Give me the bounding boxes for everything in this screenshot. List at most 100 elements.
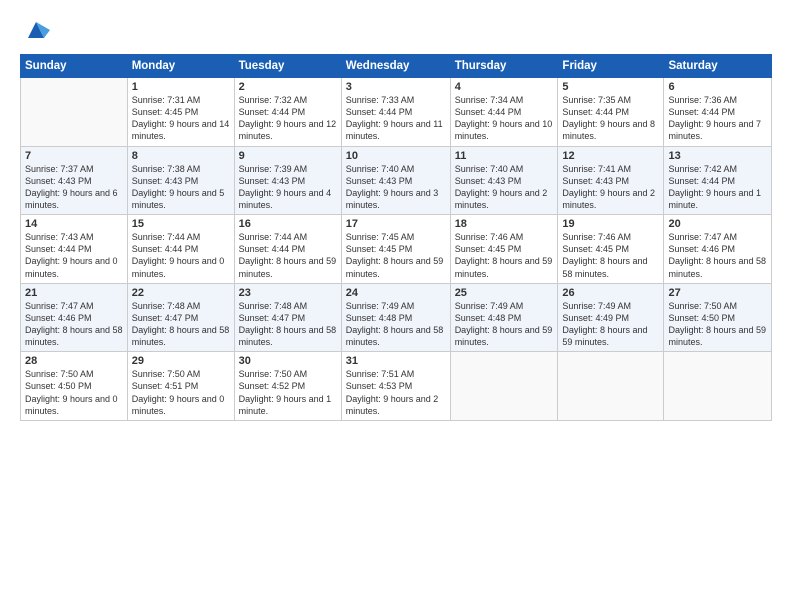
cell-info: Sunrise: 7:32 AMSunset: 4:44 PMDaylight:…	[239, 94, 337, 143]
cell-info: Sunrise: 7:49 AMSunset: 4:49 PMDaylight:…	[562, 300, 659, 349]
day-number: 17	[346, 218, 446, 230]
day-number: 1	[132, 81, 230, 93]
calendar-cell: 6Sunrise: 7:36 AMSunset: 4:44 PMDaylight…	[664, 78, 772, 147]
cell-info: Sunrise: 7:48 AMSunset: 4:47 PMDaylight:…	[132, 300, 230, 349]
day-number: 4	[455, 81, 554, 93]
cell-info: Sunrise: 7:50 AMSunset: 4:51 PMDaylight:…	[132, 368, 230, 417]
cell-info: Sunrise: 7:44 AMSunset: 4:44 PMDaylight:…	[239, 231, 337, 280]
cell-info: Sunrise: 7:31 AMSunset: 4:45 PMDaylight:…	[132, 94, 230, 143]
cell-info: Sunrise: 7:50 AMSunset: 4:52 PMDaylight:…	[239, 368, 337, 417]
calendar-cell: 8Sunrise: 7:38 AMSunset: 4:43 PMDaylight…	[127, 146, 234, 215]
calendar-header-wednesday: Wednesday	[341, 55, 450, 78]
calendar-header-sunday: Sunday	[21, 55, 128, 78]
day-number: 27	[668, 287, 767, 299]
cell-info: Sunrise: 7:34 AMSunset: 4:44 PMDaylight:…	[455, 94, 554, 143]
cell-info: Sunrise: 7:47 AMSunset: 4:46 PMDaylight:…	[668, 231, 767, 280]
day-number: 13	[668, 150, 767, 162]
cell-info: Sunrise: 7:48 AMSunset: 4:47 PMDaylight:…	[239, 300, 337, 349]
day-number: 16	[239, 218, 337, 230]
calendar-cell: 31Sunrise: 7:51 AMSunset: 4:53 PMDayligh…	[341, 352, 450, 421]
calendar-table: SundayMondayTuesdayWednesdayThursdayFrid…	[20, 54, 772, 421]
day-number: 8	[132, 150, 230, 162]
cell-info: Sunrise: 7:49 AMSunset: 4:48 PMDaylight:…	[455, 300, 554, 349]
cell-info: Sunrise: 7:46 AMSunset: 4:45 PMDaylight:…	[455, 231, 554, 280]
calendar-cell: 29Sunrise: 7:50 AMSunset: 4:51 PMDayligh…	[127, 352, 234, 421]
day-number: 26	[562, 287, 659, 299]
calendar-cell: 2Sunrise: 7:32 AMSunset: 4:44 PMDaylight…	[234, 78, 341, 147]
day-number: 12	[562, 150, 659, 162]
calendar-cell: 1Sunrise: 7:31 AMSunset: 4:45 PMDaylight…	[127, 78, 234, 147]
day-number: 22	[132, 287, 230, 299]
day-number: 11	[455, 150, 554, 162]
cell-info: Sunrise: 7:40 AMSunset: 4:43 PMDaylight:…	[455, 163, 554, 212]
cell-info: Sunrise: 7:50 AMSunset: 4:50 PMDaylight:…	[25, 368, 123, 417]
day-number: 20	[668, 218, 767, 230]
cell-info: Sunrise: 7:44 AMSunset: 4:44 PMDaylight:…	[132, 231, 230, 280]
cell-info: Sunrise: 7:49 AMSunset: 4:48 PMDaylight:…	[346, 300, 446, 349]
cell-info: Sunrise: 7:36 AMSunset: 4:44 PMDaylight:…	[668, 94, 767, 143]
calendar-header-tuesday: Tuesday	[234, 55, 341, 78]
calendar-cell: 10Sunrise: 7:40 AMSunset: 4:43 PMDayligh…	[341, 146, 450, 215]
calendar-cell: 5Sunrise: 7:35 AMSunset: 4:44 PMDaylight…	[558, 78, 664, 147]
calendar-cell: 26Sunrise: 7:49 AMSunset: 4:49 PMDayligh…	[558, 283, 664, 352]
calendar-cell: 13Sunrise: 7:42 AMSunset: 4:44 PMDayligh…	[664, 146, 772, 215]
calendar-cell: 7Sunrise: 7:37 AMSunset: 4:43 PMDaylight…	[21, 146, 128, 215]
day-number: 10	[346, 150, 446, 162]
cell-info: Sunrise: 7:37 AMSunset: 4:43 PMDaylight:…	[25, 163, 123, 212]
day-number: 29	[132, 355, 230, 367]
calendar-cell: 25Sunrise: 7:49 AMSunset: 4:48 PMDayligh…	[450, 283, 558, 352]
logo-icon	[22, 16, 50, 44]
calendar-week-row: 14Sunrise: 7:43 AMSunset: 4:44 PMDayligh…	[21, 215, 772, 284]
calendar-cell: 12Sunrise: 7:41 AMSunset: 4:43 PMDayligh…	[558, 146, 664, 215]
cell-info: Sunrise: 7:41 AMSunset: 4:43 PMDaylight:…	[562, 163, 659, 212]
day-number: 5	[562, 81, 659, 93]
calendar-cell: 14Sunrise: 7:43 AMSunset: 4:44 PMDayligh…	[21, 215, 128, 284]
calendar-cell: 11Sunrise: 7:40 AMSunset: 4:43 PMDayligh…	[450, 146, 558, 215]
cell-info: Sunrise: 7:40 AMSunset: 4:43 PMDaylight:…	[346, 163, 446, 212]
cell-info: Sunrise: 7:46 AMSunset: 4:45 PMDaylight:…	[562, 231, 659, 280]
calendar-cell: 23Sunrise: 7:48 AMSunset: 4:47 PMDayligh…	[234, 283, 341, 352]
calendar-header-thursday: Thursday	[450, 55, 558, 78]
calendar-cell: 9Sunrise: 7:39 AMSunset: 4:43 PMDaylight…	[234, 146, 341, 215]
calendar-cell: 20Sunrise: 7:47 AMSunset: 4:46 PMDayligh…	[664, 215, 772, 284]
calendar-header-saturday: Saturday	[664, 55, 772, 78]
calendar-header-friday: Friday	[558, 55, 664, 78]
cell-info: Sunrise: 7:35 AMSunset: 4:44 PMDaylight:…	[562, 94, 659, 143]
calendar-cell: 15Sunrise: 7:44 AMSunset: 4:44 PMDayligh…	[127, 215, 234, 284]
calendar-week-row: 7Sunrise: 7:37 AMSunset: 4:43 PMDaylight…	[21, 146, 772, 215]
day-number: 7	[25, 150, 123, 162]
cell-info: Sunrise: 7:43 AMSunset: 4:44 PMDaylight:…	[25, 231, 123, 280]
calendar-cell	[558, 352, 664, 421]
day-number: 28	[25, 355, 123, 367]
cell-info: Sunrise: 7:33 AMSunset: 4:44 PMDaylight:…	[346, 94, 446, 143]
day-number: 3	[346, 81, 446, 93]
calendar-week-row: 1Sunrise: 7:31 AMSunset: 4:45 PMDaylight…	[21, 78, 772, 147]
calendar-cell	[21, 78, 128, 147]
calendar-cell: 18Sunrise: 7:46 AMSunset: 4:45 PMDayligh…	[450, 215, 558, 284]
day-number: 18	[455, 218, 554, 230]
day-number: 25	[455, 287, 554, 299]
day-number: 2	[239, 81, 337, 93]
calendar-cell: 30Sunrise: 7:50 AMSunset: 4:52 PMDayligh…	[234, 352, 341, 421]
cell-info: Sunrise: 7:45 AMSunset: 4:45 PMDaylight:…	[346, 231, 446, 280]
calendar-cell: 16Sunrise: 7:44 AMSunset: 4:44 PMDayligh…	[234, 215, 341, 284]
day-number: 21	[25, 287, 123, 299]
cell-info: Sunrise: 7:50 AMSunset: 4:50 PMDaylight:…	[668, 300, 767, 349]
calendar-week-row: 21Sunrise: 7:47 AMSunset: 4:46 PMDayligh…	[21, 283, 772, 352]
calendar-cell: 3Sunrise: 7:33 AMSunset: 4:44 PMDaylight…	[341, 78, 450, 147]
cell-info: Sunrise: 7:47 AMSunset: 4:46 PMDaylight:…	[25, 300, 123, 349]
calendar-header-monday: Monday	[127, 55, 234, 78]
calendar-cell: 19Sunrise: 7:46 AMSunset: 4:45 PMDayligh…	[558, 215, 664, 284]
day-number: 31	[346, 355, 446, 367]
day-number: 6	[668, 81, 767, 93]
logo	[20, 16, 50, 44]
cell-info: Sunrise: 7:38 AMSunset: 4:43 PMDaylight:…	[132, 163, 230, 212]
calendar-cell	[450, 352, 558, 421]
calendar-cell	[664, 352, 772, 421]
cell-info: Sunrise: 7:39 AMSunset: 4:43 PMDaylight:…	[239, 163, 337, 212]
page-header	[20, 16, 772, 44]
day-number: 15	[132, 218, 230, 230]
day-number: 30	[239, 355, 337, 367]
cell-info: Sunrise: 7:51 AMSunset: 4:53 PMDaylight:…	[346, 368, 446, 417]
calendar-cell: 21Sunrise: 7:47 AMSunset: 4:46 PMDayligh…	[21, 283, 128, 352]
